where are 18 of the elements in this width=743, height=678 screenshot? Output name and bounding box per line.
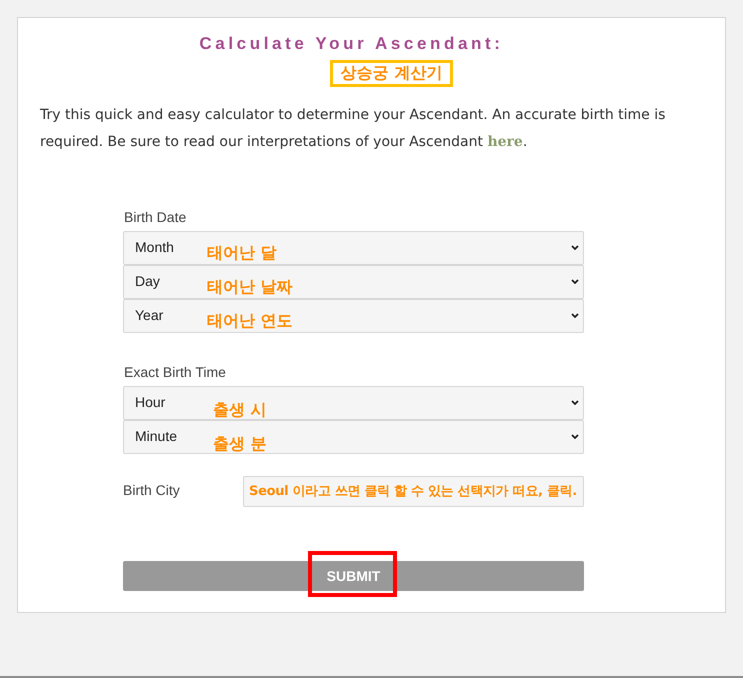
annotation-text: 출생 시 [213, 401, 267, 419]
chevron-down-icon [571, 434, 579, 438]
annotation-text: 태어난 날짜 [207, 278, 293, 296]
chevron-down-icon [571, 278, 579, 284]
annotation-text: 태어난 연도 [207, 312, 293, 330]
chevron-down-icon [571, 400, 579, 404]
field-label: Birth City [123, 481, 181, 499]
city-input[interactable] [243, 476, 584, 507]
chevron-down-icon [571, 312, 579, 318]
annotation-text: 출생 분 [213, 435, 267, 453]
field-label: Birth Date [123, 208, 188, 226]
page-title: Calculate Your Ascendant: [199, 34, 504, 54]
field-label: Exact Birth Time [123, 363, 227, 381]
annotation-text: Seoul 이라고 쓰면 클릭 할 수 있는 선택지가 떠요, 클릭. [249, 484, 577, 500]
title-annotation: 상승궁 계산기 [330, 60, 454, 87]
intro-text: Try this quick and easy calculator to determine your Ascendant. An accurate birth time is required. Be sure to read our interpretations of your Ascendant here. [40, 106, 666, 152]
annotation-text: 태어난 달 [207, 244, 277, 262]
chevron-down-icon [571, 244, 579, 250]
